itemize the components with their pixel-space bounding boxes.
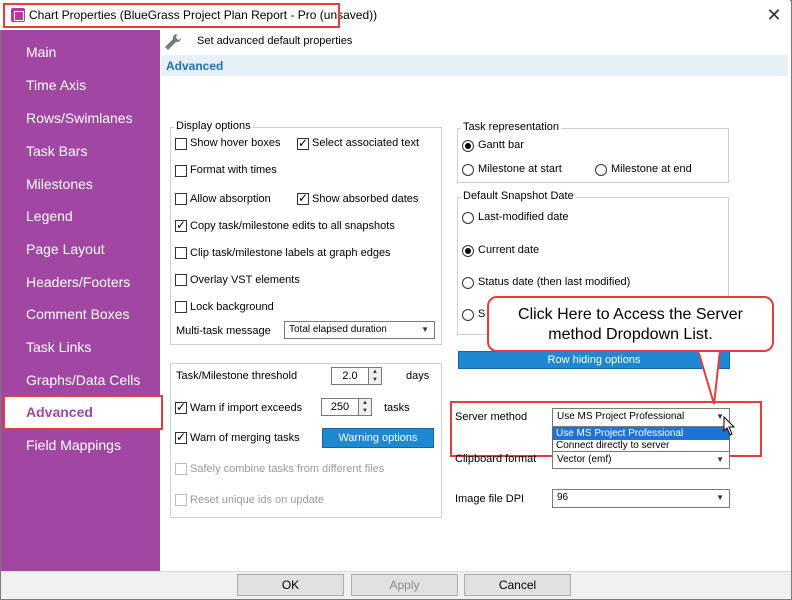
overlay-vst-checkbox[interactable] bbox=[175, 274, 187, 286]
last-modified-label: Last-modified date bbox=[478, 211, 569, 223]
safely-combine-checkbox[interactable] bbox=[175, 463, 187, 475]
snapshot-other-label: S bbox=[478, 308, 486, 320]
allow-absorption-checkbox[interactable] bbox=[175, 193, 187, 205]
select-associated-text-label: Select associated text bbox=[312, 137, 420, 149]
warn-import-checkbox[interactable] bbox=[175, 400, 187, 414]
show-absorbed-dates-label: Show absorbed dates bbox=[312, 193, 419, 205]
section-title-bar bbox=[161, 55, 788, 76]
warning-options-button[interactable]: Warning options bbox=[322, 428, 434, 448]
copy-edits-label: Copy task/milestone edits to all snapsho… bbox=[190, 220, 395, 232]
title-highlight-box bbox=[3, 3, 340, 28]
callout-pointer bbox=[697, 348, 721, 405]
safely-combine-label: Safely combine tasks from different file… bbox=[190, 463, 385, 475]
show-absorbed-dates-checkbox[interactable] bbox=[297, 191, 309, 205]
current-date-radio[interactable] bbox=[462, 245, 474, 257]
header-description: Set advanced default properties bbox=[197, 35, 353, 47]
select-associated-text-checkbox[interactable] bbox=[297, 136, 309, 150]
sidebar-item-rows-swimlanes[interactable]: Rows/Swimlanes bbox=[26, 110, 133, 126]
sidebar-item-main[interactable]: Main bbox=[26, 44, 56, 60]
sidebar-item-legend[interactable]: Legend bbox=[26, 208, 73, 224]
wrench-icon bbox=[165, 33, 182, 50]
milestone-end-label: Milestone at end bbox=[611, 163, 692, 175]
task-representation-label: Task representation bbox=[461, 121, 561, 133]
callout-line-2: method Dropdown List. bbox=[548, 326, 713, 343]
callout-line-1: Click Here to Access the Server bbox=[518, 306, 743, 323]
threshold-input[interactable]: 2.0 bbox=[331, 367, 369, 385]
server-method-select[interactable]: Use MS Project Professional ▼ bbox=[552, 408, 730, 427]
threshold-label: Task/Milestone threshold bbox=[176, 370, 298, 382]
mouse-cursor-icon bbox=[723, 416, 736, 436]
show-hover-boxes-checkbox[interactable] bbox=[175, 138, 187, 150]
annotation-callout: Click Here to Access the Server method D… bbox=[487, 296, 774, 352]
sidebar-item-milestones[interactable]: Milestones bbox=[26, 176, 93, 192]
snapshot-date-label: Default Snapshot Date bbox=[461, 190, 576, 202]
display-options-label: Display options bbox=[174, 120, 253, 132]
sidebar-item-graphs-data-cells[interactable]: Graphs/Data Cells bbox=[26, 372, 140, 388]
gantt-bar-label: Gantt bar bbox=[478, 139, 524, 151]
multitask-message-select[interactable]: Total elapsed duration ▼ bbox=[284, 321, 435, 339]
format-with-times-label: Format with times bbox=[190, 164, 277, 176]
server-method-value: Use MS Project Professional bbox=[557, 411, 685, 422]
clipboard-format-label: Clipboard format bbox=[455, 453, 537, 465]
warn-import-input[interactable]: 250 bbox=[321, 398, 359, 416]
reset-ids-checkbox[interactable] bbox=[175, 494, 187, 506]
apply-button[interactable]: Apply bbox=[351, 574, 458, 596]
sidebar-item-field-mappings[interactable]: Field Mappings bbox=[26, 437, 121, 453]
multitask-message-label: Multi-task message bbox=[176, 325, 271, 337]
chevron-down-icon: ▼ bbox=[716, 455, 724, 464]
sidebar-item-comment-boxes[interactable]: Comment Boxes bbox=[26, 306, 129, 322]
chevron-down-icon: ▼ bbox=[421, 325, 429, 334]
overlay-vst-label: Overlay VST elements bbox=[190, 274, 300, 286]
server-method-dropdown-list: Use MS Project Professional Connect dire… bbox=[552, 427, 730, 453]
warn-import-spinner[interactable]: ▲ ▼ bbox=[359, 398, 372, 416]
warn-import-unit: tasks bbox=[384, 402, 410, 414]
sidebar-item-task-links[interactable]: Task Links bbox=[26, 339, 91, 355]
ok-button[interactable]: OK bbox=[237, 574, 344, 596]
reset-ids-label: Reset unique ids on update bbox=[190, 494, 324, 506]
sidebar-item-task-bars[interactable]: Task Bars bbox=[26, 143, 87, 159]
warn-import-label: Warn if import exceeds bbox=[190, 402, 303, 414]
chevron-down-icon: ▼ bbox=[716, 493, 724, 502]
sidebar-item-page-layout[interactable]: Page Layout bbox=[26, 241, 105, 257]
clip-labels-checkbox[interactable] bbox=[175, 247, 187, 259]
image-dpi-select[interactable]: 96 ▼ bbox=[552, 489, 730, 508]
last-modified-radio[interactable] bbox=[462, 212, 474, 224]
multitask-message-value: Total elapsed duration bbox=[289, 324, 387, 335]
sidebar-item-headers-footers[interactable]: Headers/Footers bbox=[26, 274, 130, 290]
format-with-times-checkbox[interactable] bbox=[175, 165, 187, 177]
image-dpi-value: 96 bbox=[557, 492, 569, 503]
allow-absorption-label: Allow absorption bbox=[190, 193, 271, 205]
threshold-unit: days bbox=[406, 370, 430, 382]
sidebar-item-time-axis[interactable]: Time Axis bbox=[26, 77, 86, 93]
lock-background-checkbox[interactable] bbox=[175, 301, 187, 313]
clipboard-format-select[interactable]: Vector (emf) ▼ bbox=[552, 451, 730, 469]
current-date-label: Current date bbox=[478, 244, 540, 256]
section-title: Advanced bbox=[166, 59, 224, 73]
server-method-label: Server method bbox=[455, 411, 528, 423]
milestone-start-radio[interactable] bbox=[462, 164, 474, 176]
image-dpi-label: Image file DPI bbox=[455, 493, 525, 505]
copy-edits-checkbox[interactable] bbox=[175, 218, 187, 232]
snapshot-other-radio[interactable] bbox=[462, 309, 474, 321]
warn-merge-label: Warn of merging tasks bbox=[190, 432, 300, 444]
gantt-bar-radio[interactable] bbox=[462, 140, 474, 152]
clipboard-format-value: Vector (emf) bbox=[557, 454, 612, 465]
clip-labels-label: Clip task/milestone labels at graph edge… bbox=[190, 247, 391, 259]
status-date-radio[interactable] bbox=[462, 277, 474, 289]
cancel-button[interactable]: Cancel bbox=[464, 574, 571, 596]
threshold-spinner[interactable]: ▲ ▼ bbox=[369, 367, 382, 385]
server-option-ms-project[interactable]: Use MS Project Professional bbox=[553, 428, 729, 440]
show-hover-boxes-label: Show hover boxes bbox=[190, 137, 281, 149]
lock-background-label: Lock background bbox=[190, 301, 274, 313]
milestone-end-radio[interactable] bbox=[595, 164, 607, 176]
status-date-label: Status date (then last modified) bbox=[478, 276, 631, 288]
warn-merge-checkbox[interactable] bbox=[175, 430, 187, 444]
milestone-start-label: Milestone at start bbox=[478, 163, 562, 175]
close-icon[interactable]: ✕ bbox=[762, 4, 786, 26]
sidebar-item-advanced[interactable]: Advanced bbox=[26, 404, 93, 420]
